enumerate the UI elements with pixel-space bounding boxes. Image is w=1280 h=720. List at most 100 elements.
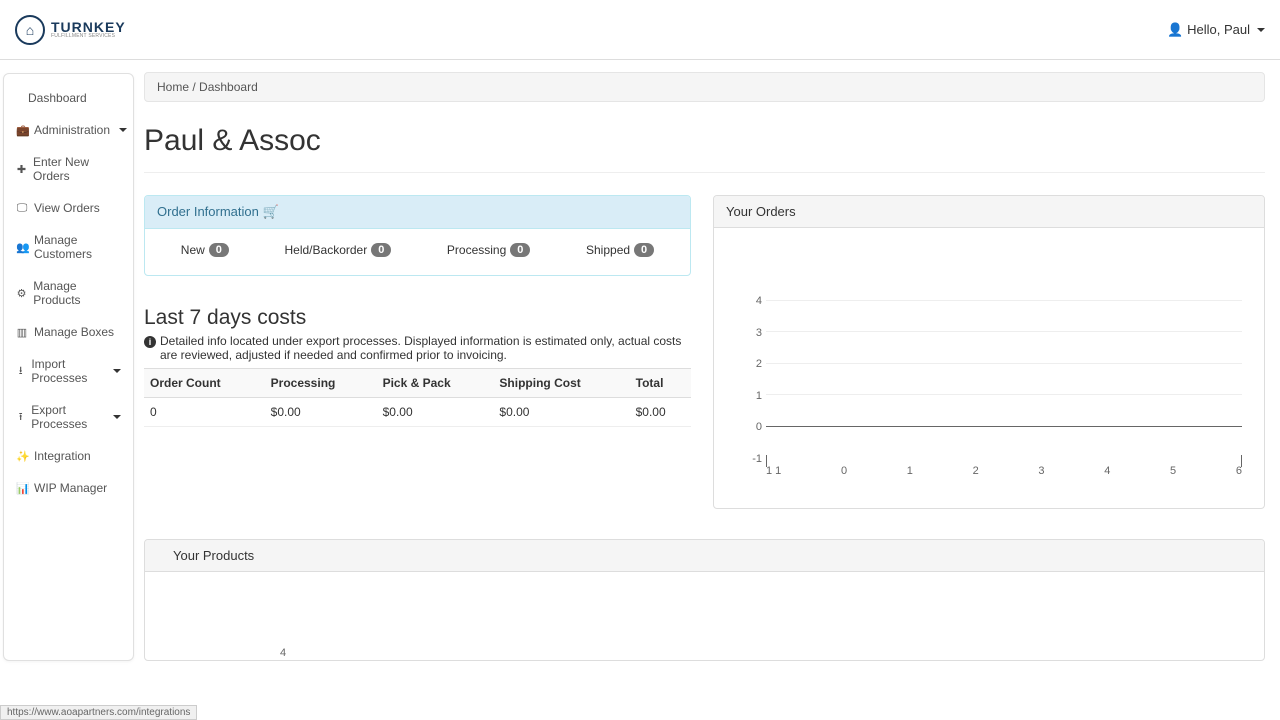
stat-badge: 0 <box>510 243 530 257</box>
stat-held[interactable]: Held/Backorder 0 <box>285 243 392 257</box>
order-info-heading: Order Information 🛒 <box>145 196 690 229</box>
sidebar-item-enter-orders[interactable]: ✚ Enter New Orders <box>4 146 133 192</box>
th-order-count: Order Count <box>144 369 265 398</box>
order-info-panel: Order Information 🛒 New 0 Held/Backorder… <box>144 195 691 276</box>
briefcase-icon: 💼 <box>16 124 28 137</box>
ytick: 2 <box>748 358 762 370</box>
breadcrumb-home[interactable]: Home <box>157 80 189 94</box>
divider <box>144 172 1265 173</box>
sidebar-label: Import Processes <box>31 357 104 385</box>
your-orders-panel: Your Orders 4 3 2 1 0 -1 <box>713 195 1265 509</box>
stat-shipped[interactable]: Shipped 0 <box>586 243 654 257</box>
sidebar-label: View Orders <box>34 201 100 215</box>
table-header-row: Order Count Processing Pick & Pack Shipp… <box>144 369 691 398</box>
td: $0.00 <box>493 398 629 427</box>
th-processing: Processing <box>265 369 377 398</box>
sidebar-label: WIP Manager <box>34 481 107 495</box>
bars-icon: 📊 <box>16 482 28 495</box>
users-icon: 👥 <box>16 241 28 254</box>
sidebar-item-manage-boxes[interactable]: ▥ Manage Boxes <box>4 316 133 348</box>
table-row: 0 $0.00 $0.00 $0.00 $0.00 <box>144 398 691 427</box>
user-greeting: Hello, Paul <box>1187 22 1250 37</box>
page-title: Paul & Assoc <box>144 124 1265 158</box>
chart-y-axis: 4 3 2 1 0 -1 <box>748 295 762 465</box>
costs-heading: Last 7 days costs <box>144 306 691 330</box>
stat-badge: 0 <box>371 243 391 257</box>
chart-grid <box>766 300 1242 457</box>
td: 0 <box>144 398 265 427</box>
logo[interactable]: ⌂ TURNKEY FULFILLMENT SERVICES <box>15 15 126 45</box>
order-stats: New 0 Held/Backorder 0 Processing 0 Sh <box>145 229 690 275</box>
xtick: 1 1 <box>766 465 781 477</box>
upload-icon: ⭱ <box>16 408 25 427</box>
sidebar-item-wip[interactable]: 📊 WIP Manager <box>4 472 133 504</box>
cart-icon: 🛒 <box>263 204 279 219</box>
caret-down-icon <box>113 369 121 373</box>
xtick: 6 <box>1236 465 1242 477</box>
products-ytick: 4 <box>280 647 286 659</box>
plus-icon: ✚ <box>16 163 27 176</box>
your-products-panel: Your Products 4 <box>144 539 1265 661</box>
sidebar-item-view-orders[interactable]: 🖵 View Orders <box>4 192 133 224</box>
sidebar-label: Manage Customers <box>34 233 121 261</box>
info-icon: i <box>144 336 156 348</box>
td: $0.00 <box>630 398 691 427</box>
sidebar-item-integration[interactable]: ✨ Integration <box>4 440 133 472</box>
main-content: Home / Dashboard Paul & Assoc Order Info… <box>134 60 1280 661</box>
xtick: 1 <box>907 465 913 477</box>
th-shipping: Shipping Cost <box>493 369 629 398</box>
sidebar-label: Dashboard <box>28 91 87 105</box>
breadcrumb-current: Dashboard <box>199 80 258 94</box>
orders-chart: 4 3 2 1 0 -1 <box>766 295 1242 495</box>
xtick: 4 <box>1104 465 1110 477</box>
sidebar-item-import[interactable]: ⭳ Import Processes <box>4 348 133 394</box>
sidebar-label: Manage Boxes <box>34 325 114 339</box>
xtick: 2 <box>973 465 979 477</box>
xtick: 5 <box>1170 465 1176 477</box>
caret-down-icon <box>113 415 121 419</box>
breadcrumb-sep: / <box>192 80 195 94</box>
chart-x-axis: 1 1 0 1 2 3 4 5 6 <box>766 465 1242 477</box>
order-info-title: Order Information <box>157 204 259 219</box>
stat-new[interactable]: New 0 <box>181 243 229 257</box>
stat-badge: 0 <box>209 243 229 257</box>
costs-note-text: Detailed info located under export proce… <box>160 334 691 362</box>
td: $0.00 <box>265 398 377 427</box>
stat-label: Held/Backorder <box>285 243 368 257</box>
user-menu[interactable]: 👤 Hello, Paul <box>1167 22 1265 38</box>
sidebar-item-dashboard[interactable]: Dashboard <box>4 82 133 114</box>
sidebar-label: Export Processes <box>31 403 104 431</box>
stat-label: New <box>181 243 205 257</box>
xtick: 0 <box>841 465 847 477</box>
wand-icon: ✨ <box>16 450 28 463</box>
brand-tagline: FULFILLMENT SERVICES <box>51 34 126 39</box>
stat-label: Processing <box>447 243 506 257</box>
logo-mark-icon: ⌂ <box>15 15 45 45</box>
sidebar-label: Administration <box>34 123 110 137</box>
ytick: 3 <box>748 327 762 339</box>
your-orders-heading: Your Orders <box>714 196 1264 228</box>
sidebar-item-export[interactable]: ⭱ Export Processes <box>4 394 133 440</box>
sidebar-item-manage-products[interactable]: ⚙ Manage Products <box>4 270 133 316</box>
sidebar-label: Manage Products <box>33 279 121 307</box>
breadcrumb: Home / Dashboard <box>144 72 1265 102</box>
topbar: ⌂ TURNKEY FULFILLMENT SERVICES 👤 Hello, … <box>0 0 1280 60</box>
download-icon: ⭳ <box>16 362 25 381</box>
th-total: Total <box>630 369 691 398</box>
sidebar-label: Integration <box>34 449 91 463</box>
status-bar: https://www.aoapartners.com/integrations <box>0 705 197 720</box>
ytick: -1 <box>748 453 762 465</box>
stat-processing[interactable]: Processing 0 <box>447 243 531 257</box>
sidebar: Dashboard 💼 Administration ✚ Enter New O… <box>3 73 134 661</box>
sidebar-label: Enter New Orders <box>33 155 121 183</box>
sidebar-item-manage-customers[interactable]: 👥 Manage Customers <box>4 224 133 270</box>
gear-icon: ⚙ <box>16 287 27 300</box>
ytick: 1 <box>748 390 762 402</box>
user-icon: 👤 <box>1167 22 1183 38</box>
costs-note: i Detailed info located under export pro… <box>144 334 691 362</box>
th-pick-pack: Pick & Pack <box>377 369 494 398</box>
box-icon: ▥ <box>16 326 28 339</box>
costs-table: Order Count Processing Pick & Pack Shipp… <box>144 368 691 427</box>
sidebar-item-administration[interactable]: 💼 Administration <box>4 114 133 146</box>
ytick: 0 <box>748 421 762 433</box>
